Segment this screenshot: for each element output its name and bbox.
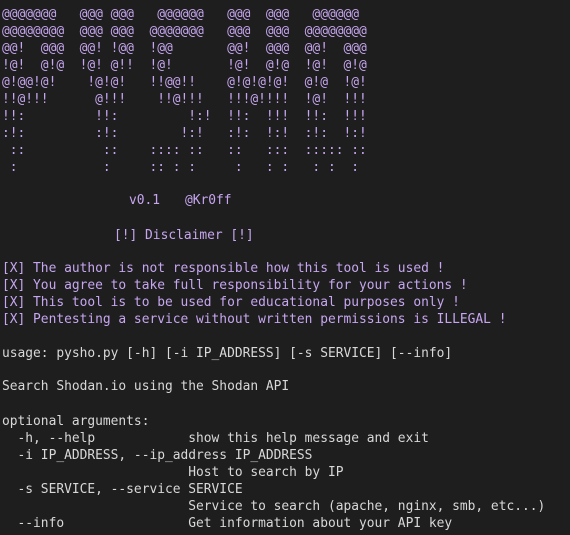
banner-line: @@! @@@ @@! !@@ !@@ @@! @@@ @@! @@@ (2, 41, 367, 56)
banner-line: :: :: :::: :: :: ::: ::::: :: (2, 143, 367, 158)
description-line: Search Shodan.io using the Shodan API (2, 379, 290, 394)
option-line: -h, --help show this help message and ex… (2, 431, 429, 446)
option-line: Service to search (apache, nginx, smb, e… (2, 499, 546, 514)
disclaimer-title: [!] Disclaimer [!] (114, 228, 254, 243)
terminal-window: { "banner": [ "@@@@@@@ @@@ @@@ @@@@@@ @@… (0, 0, 570, 535)
banner-line: : : :: : : : : : : : : (2, 160, 359, 175)
author-label: @Kr0ff (185, 193, 232, 208)
banner-line: @!@@!@! !@!@! !!@@!! @!@!@!@! @!@ !@! (2, 75, 367, 90)
option-line: -s SERVICE, --service SERVICE (2, 482, 243, 497)
disclaimer-line: [X] This tool is to be used for educatio… (2, 295, 460, 310)
banner-line: !!@!!! @!!! !!@!!! !!!@!!!! !@! !!! (2, 92, 367, 107)
banner-line: @@@@@@@@ @@@ @@@ @@@@@@@ @@@ @@@ @@@@@@@… (2, 24, 367, 39)
version-label: v0.1 (129, 193, 161, 208)
disclaimer-line: [X] The author is not responsible how th… (2, 261, 445, 276)
banner-line: :!: :!: !:! :!: !:! :!: !:! (2, 126, 367, 141)
banner-line: !!: !!: !:! !!: !!! !!: !!! (2, 109, 367, 124)
banner-line: @@@@@@@ @@@ @@@ @@@@@@ @@@ @@@ @@@@@@ (2, 7, 359, 22)
option-line: -i IP_ADDRESS, --ip_address IP_ADDRESS (2, 448, 313, 463)
disclaimer-line: [X] Pentesting a service without written… (2, 312, 507, 327)
disclaimer-line: [X] You agree to take full responsibilit… (2, 278, 468, 293)
optional-arguments-header: optional arguments: (2, 414, 150, 429)
usage-line: usage: pysho.py [-h] [-i IP_ADDRESS] [-s… (2, 346, 453, 361)
option-line: --info Get information about your API ke… (2, 516, 453, 531)
banner-line: !@! @!@ !@! @!! !@! !@! @!@ !@! @!@ (2, 58, 367, 73)
option-line: Host to search by IP (2, 465, 344, 480)
